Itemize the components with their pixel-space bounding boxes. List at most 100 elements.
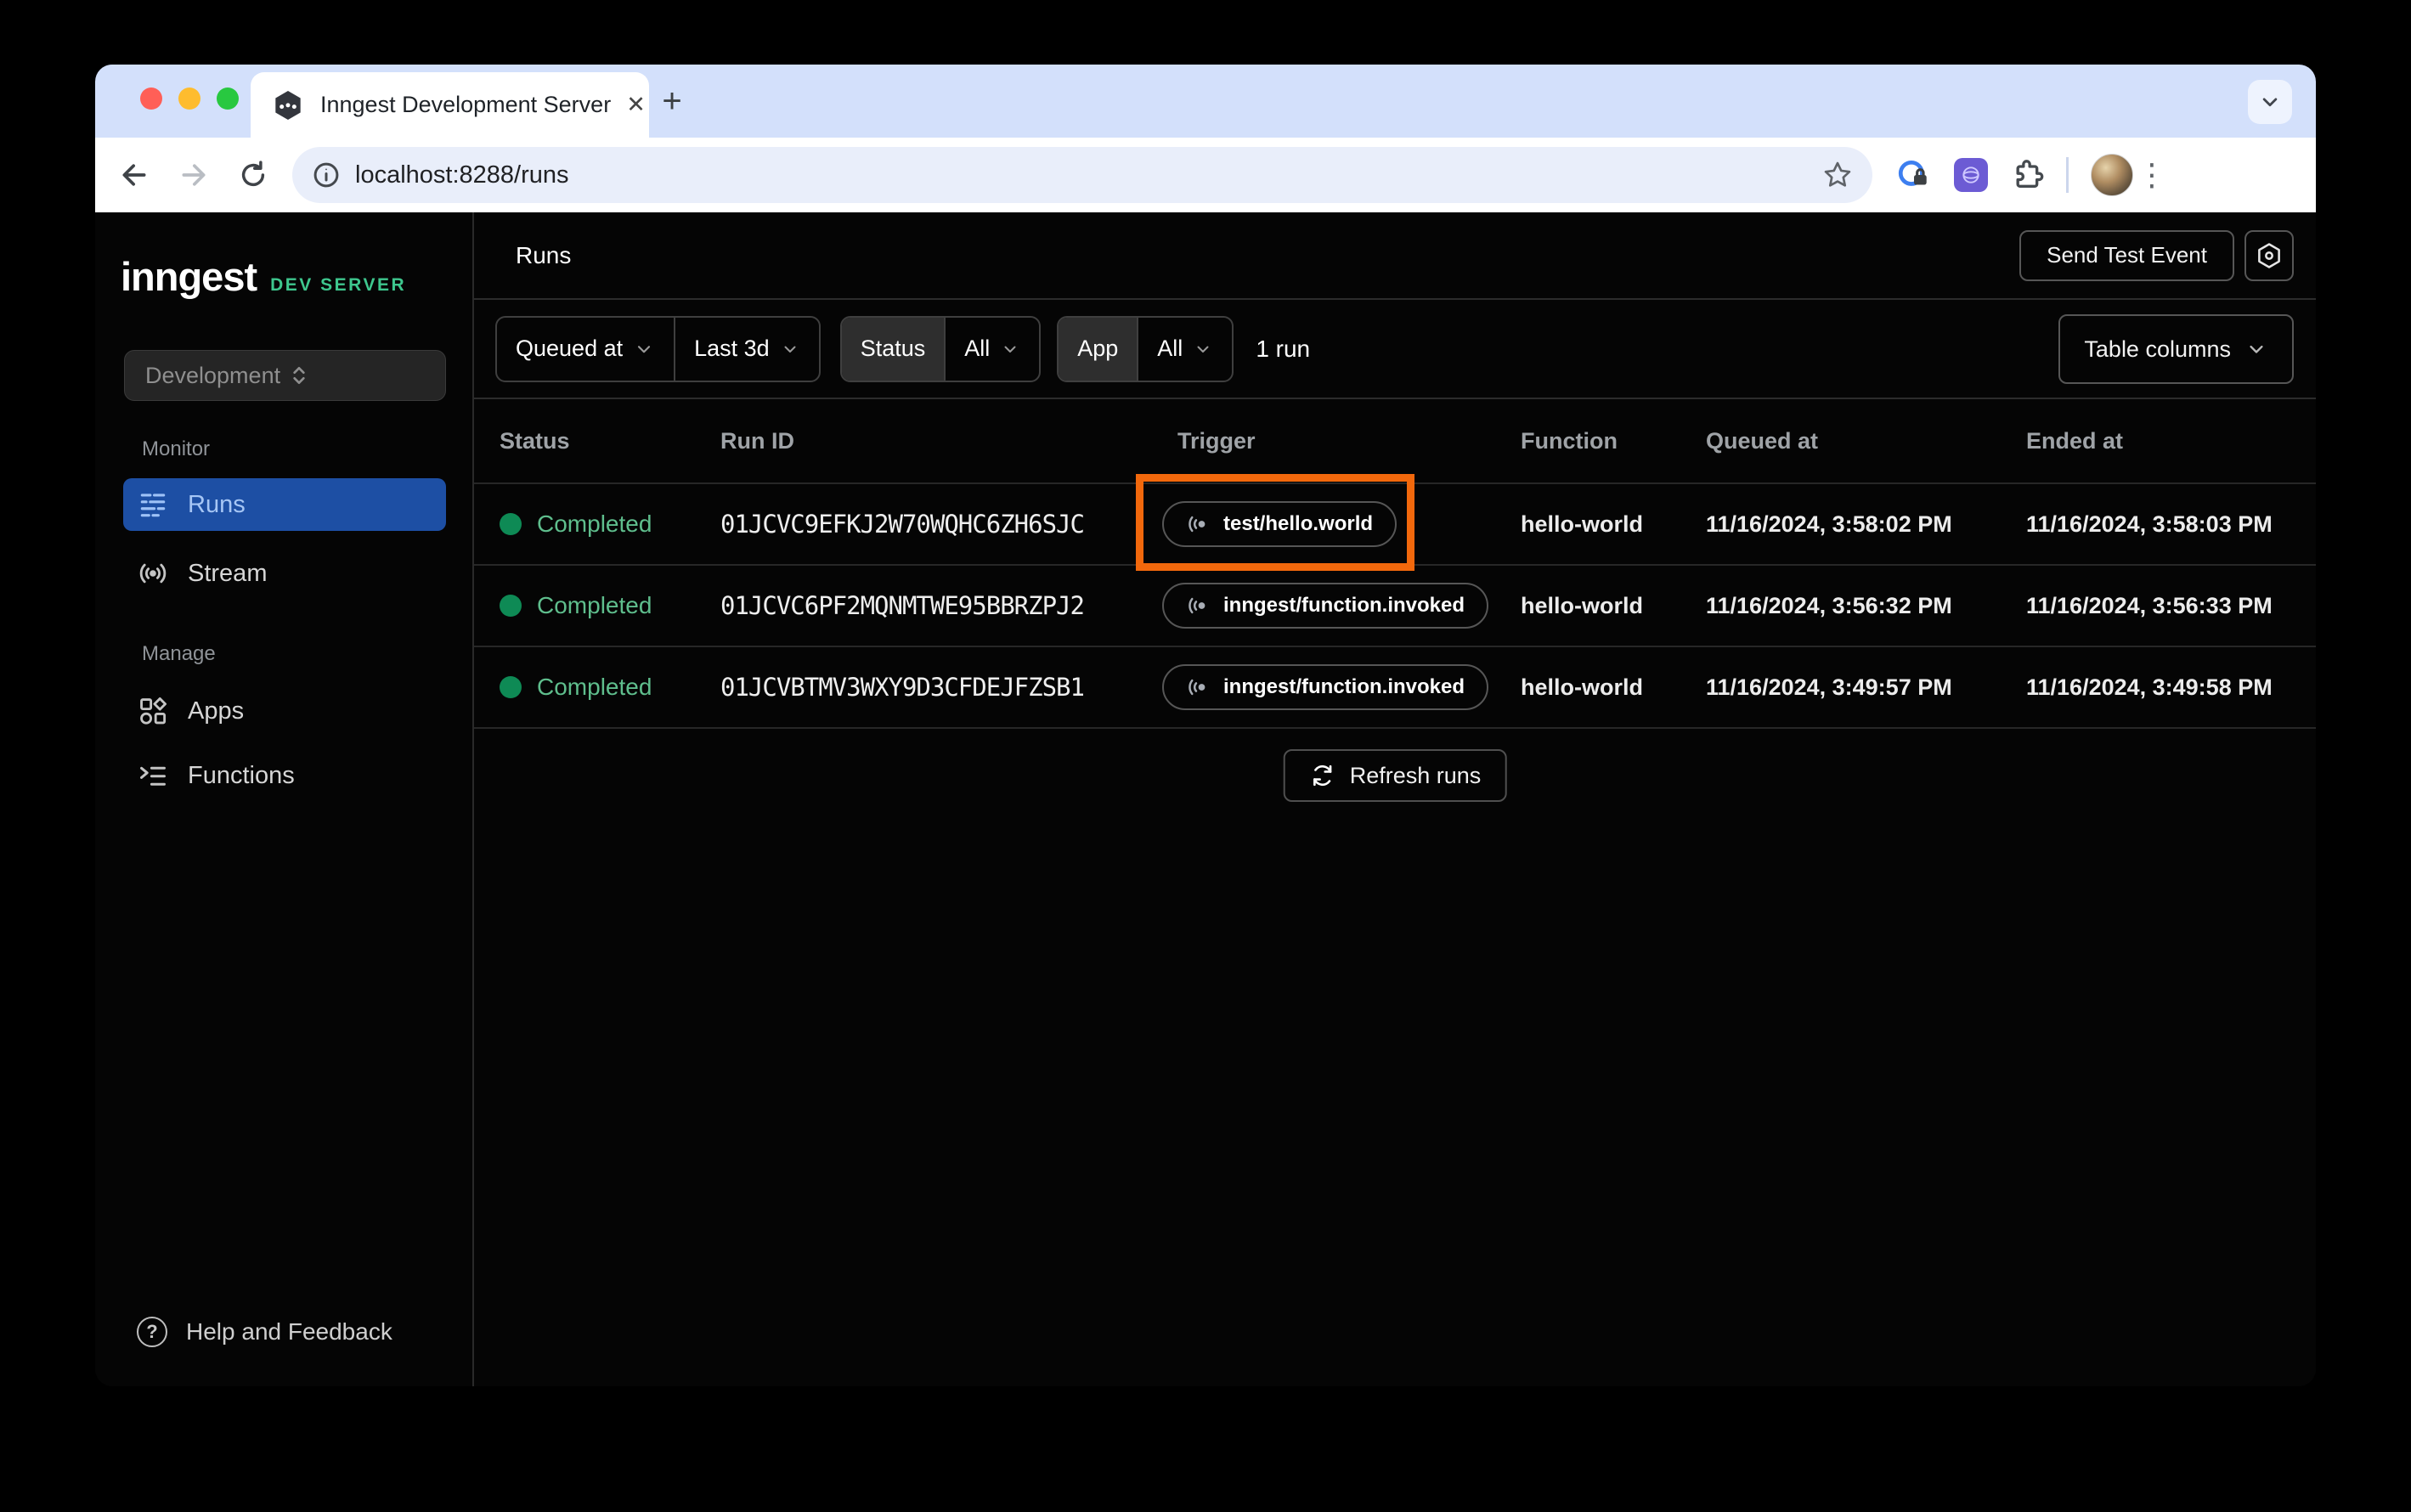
apps-grid-icon (137, 695, 169, 727)
status-label: Completed (537, 511, 652, 537)
question-circle-icon: ? (137, 1317, 167, 1347)
event-pulse-icon (1186, 674, 1211, 700)
status-completed-dot-icon (500, 676, 522, 698)
sidebar-item-label: Runs (188, 490, 246, 518)
status-filter-group: Status All (839, 315, 1042, 382)
inngest-logo: inngest (121, 254, 257, 299)
time-field-dropdown[interactable]: Queued at (497, 318, 674, 381)
status-cell: Completed (500, 592, 720, 619)
status-filter-label: Status (841, 317, 945, 381)
tab-search-chevron-icon[interactable] (2248, 80, 2292, 124)
bookmark-star-icon[interactable] (1821, 159, 1854, 191)
chevron-down-icon (2244, 337, 2268, 361)
page-header: Runs Send Test Event (474, 212, 2316, 300)
purple-extension-icon[interactable] (1954, 158, 1988, 192)
close-tab-icon[interactable]: ✕ (626, 92, 646, 118)
trigger-badge[interactable]: inngest/function.invoked (1162, 664, 1489, 710)
app-filter-label: App (1059, 317, 1138, 381)
browser-tab[interactable]: Inngest Development Server ✕ (251, 72, 649, 138)
reload-button[interactable] (229, 151, 277, 199)
updown-chevron-icon (285, 362, 426, 389)
run-id-cell[interactable]: 01JCVC9EFKJ2W70WQHC6ZH6SJC (720, 510, 1162, 539)
app-filter-dropdown[interactable]: All (1137, 317, 1232, 381)
queued-at-cell: 11/16/2024, 3:49:57 PM (1706, 674, 1952, 700)
sidebar-item-apps[interactable]: Apps (123, 685, 446, 737)
extensions-puzzle-icon[interactable] (2010, 158, 2044, 192)
tab-title: Inngest Development Server (320, 92, 612, 117)
page-title: Runs (516, 241, 572, 268)
table-row[interactable]: Completed 01JCVC6PF2MQNMTWE95BBRZPJ2 inn… (474, 566, 2316, 647)
minimize-window-button[interactable] (178, 87, 200, 110)
zoom-window-button[interactable] (217, 87, 239, 110)
profile-avatar[interactable] (2091, 154, 2133, 196)
function-cell[interactable]: hello-world (1521, 511, 1706, 538)
section-label-manage: Manage (142, 642, 216, 665)
password-manager-extension-icon[interactable] (1896, 157, 1932, 193)
browser-menu-icon[interactable]: ⋮ (2137, 157, 2167, 193)
status-label: Completed (537, 674, 652, 700)
table-columns-button[interactable]: Table columns (2058, 314, 2294, 384)
main-content: Runs Send Test Event Queued at Last 3d S… (474, 212, 2316, 1386)
event-pulse-icon (1186, 593, 1211, 618)
sidebar-item-label: Apps (188, 697, 245, 725)
new-tab-button[interactable]: + (652, 82, 692, 121)
sidebar-item-label: Stream (188, 559, 268, 587)
chevron-down-icon (1000, 339, 1020, 359)
inngest-app: inngest DEV SERVER Development Monitor R… (95, 212, 2316, 1386)
sidebar-item-runs[interactable]: Runs (123, 478, 446, 531)
site-info-icon[interactable] (311, 160, 342, 190)
runs-list-icon (137, 488, 169, 521)
favicon-inngest-icon (271, 88, 305, 122)
trigger-badge[interactable]: inngest/function.invoked (1162, 583, 1489, 629)
time-range-dropdown[interactable]: Last 3d (674, 317, 819, 381)
chevron-down-icon (780, 339, 800, 359)
trigger-cell: inngest/function.invoked (1162, 583, 1521, 629)
queued-at-cell: 11/16/2024, 3:56:32 PM (1706, 592, 1952, 618)
desktop: Inngest Development Server ✕ + localhost… (0, 0, 2411, 1512)
section-label-monitor: Monitor (142, 437, 211, 460)
status-completed-dot-icon (500, 595, 522, 617)
column-header-trigger: Trigger (1177, 427, 1256, 454)
trigger-cell: test/hello.world (1162, 501, 1521, 547)
environment-value: Development (145, 362, 281, 388)
help-and-feedback[interactable]: ? Help and Feedback (137, 1317, 392, 1347)
url-text[interactable]: localhost:8288/runs (355, 161, 1821, 189)
refresh-runs-button[interactable]: Refresh runs (1283, 749, 1507, 802)
window-controls (140, 87, 239, 110)
table-row[interactable]: Completed 01JCVC9EFKJ2W70WQHC6ZH6SJC tes… (474, 484, 2316, 566)
functions-list-icon (137, 759, 169, 792)
browser-window: Inngest Development Server ✕ + localhost… (95, 65, 2316, 1386)
forward-button[interactable] (170, 151, 217, 199)
sidebar: inngest DEV SERVER Development Monitor R… (95, 212, 474, 1386)
status-filter-dropdown[interactable]: All (944, 317, 1039, 381)
run-id-cell[interactable]: 01JCVC6PF2MQNMTWE95BBRZPJ2 (720, 591, 1162, 620)
function-cell[interactable]: hello-world (1521, 593, 1706, 619)
column-header-status: Status (500, 427, 570, 454)
chevron-down-icon (633, 338, 655, 360)
send-test-event-button[interactable]: Send Test Event (2019, 229, 2234, 281)
run-count: 1 run (1256, 335, 1311, 362)
environment-selector[interactable]: Development (124, 350, 446, 401)
settings-gear-button[interactable] (2244, 229, 2294, 281)
dev-server-badge: DEV SERVER (270, 275, 407, 295)
status-completed-dot-icon (500, 513, 522, 535)
sidebar-item-stream[interactable]: Stream (123, 547, 446, 600)
event-pulse-icon (1186, 511, 1211, 537)
logo-row: inngest DEV SERVER (121, 253, 406, 300)
close-window-button[interactable] (140, 87, 162, 110)
sidebar-item-label: Functions (188, 761, 295, 789)
extension-area (1896, 154, 2133, 196)
table-row[interactable]: Completed 01JCVBTMV3WXY9D3CFDEJFZSB1 inn… (474, 647, 2316, 729)
runs-table: Completed 01JCVC9EFKJ2W70WQHC6ZH6SJC tes… (474, 484, 2316, 729)
run-id-cell[interactable]: 01JCVBTMV3WXY9D3CFDEJFZSB1 (720, 673, 1162, 702)
status-cell: Completed (500, 511, 720, 538)
trigger-badge[interactable]: test/hello.world (1162, 501, 1397, 547)
browser-toolbar: localhost:8288/runs ⋮ (95, 138, 2316, 212)
sidebar-item-functions[interactable]: Functions (123, 749, 446, 802)
function-cell[interactable]: hello-world (1521, 674, 1706, 701)
filter-bar: Queued at Last 3d Status All App All 1 r… (474, 300, 2316, 399)
back-button[interactable] (110, 151, 158, 199)
toolbar-divider (2066, 157, 2069, 193)
stream-broadcast-icon (137, 557, 169, 590)
address-bar[interactable]: localhost:8288/runs (292, 147, 1872, 203)
